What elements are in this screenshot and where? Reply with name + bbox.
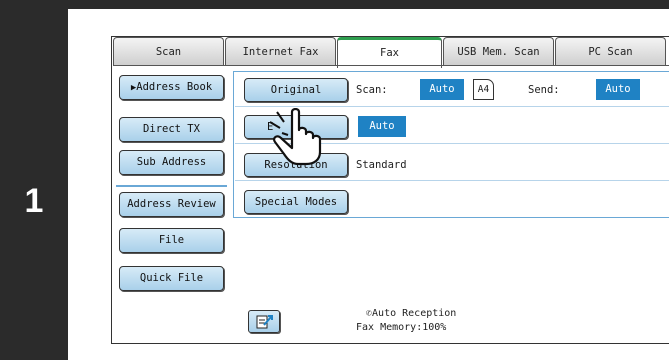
send-label: Send: [528,84,560,96]
tab-internet-fax[interactable]: Internet Fax [225,37,336,65]
original-button[interactable]: Original [244,78,348,102]
tab-pc-scan[interactable]: PC Scan [555,37,666,65]
sub-address-button[interactable]: Sub Address [119,150,224,175]
tab-usb-mem-scan[interactable]: USB Mem. Scan [443,37,554,65]
reception-row: ✆Auto Reception [356,307,496,321]
resolution-value: Standard [356,159,407,171]
fax-status: ✆Auto Reception Fax Memory:100% [356,307,496,335]
row-separator [235,106,669,107]
step-bar: 1 [0,9,68,360]
tab-scan[interactable]: Scan [113,37,224,65]
address-book-button[interactable]: ▶Address Book [119,75,224,100]
sidebar-divider [116,185,227,187]
fax-preview-button[interactable] [248,310,280,333]
file-button[interactable]: File [119,228,224,253]
reception-status: Auto Reception [372,308,457,319]
pointing-hand-icon [269,108,322,166]
special-modes-button[interactable]: Special Modes [244,190,348,214]
fax-preview-icon [256,315,273,329]
scan-size-value: Auto [420,79,464,100]
step-number: 1 [24,182,44,220]
address-review-button[interactable]: Address Review [119,192,224,217]
tab-underline [113,65,669,66]
top-rule [0,0,669,9]
send-size-value: Auto [596,79,640,100]
paper-size-indicator: A4 [473,79,494,100]
fax-memory-status: Fax Memory:100% [356,322,447,333]
row-separator [235,180,669,181]
quick-file-button[interactable]: Quick File [119,266,224,291]
tab-fax[interactable]: Fax [337,37,442,68]
exposure-value: Auto [358,116,406,137]
address-book-label: Address Book [136,81,213,93]
direct-tx-button[interactable]: Direct TX [119,117,224,142]
scan-label: Scan: [356,84,388,96]
